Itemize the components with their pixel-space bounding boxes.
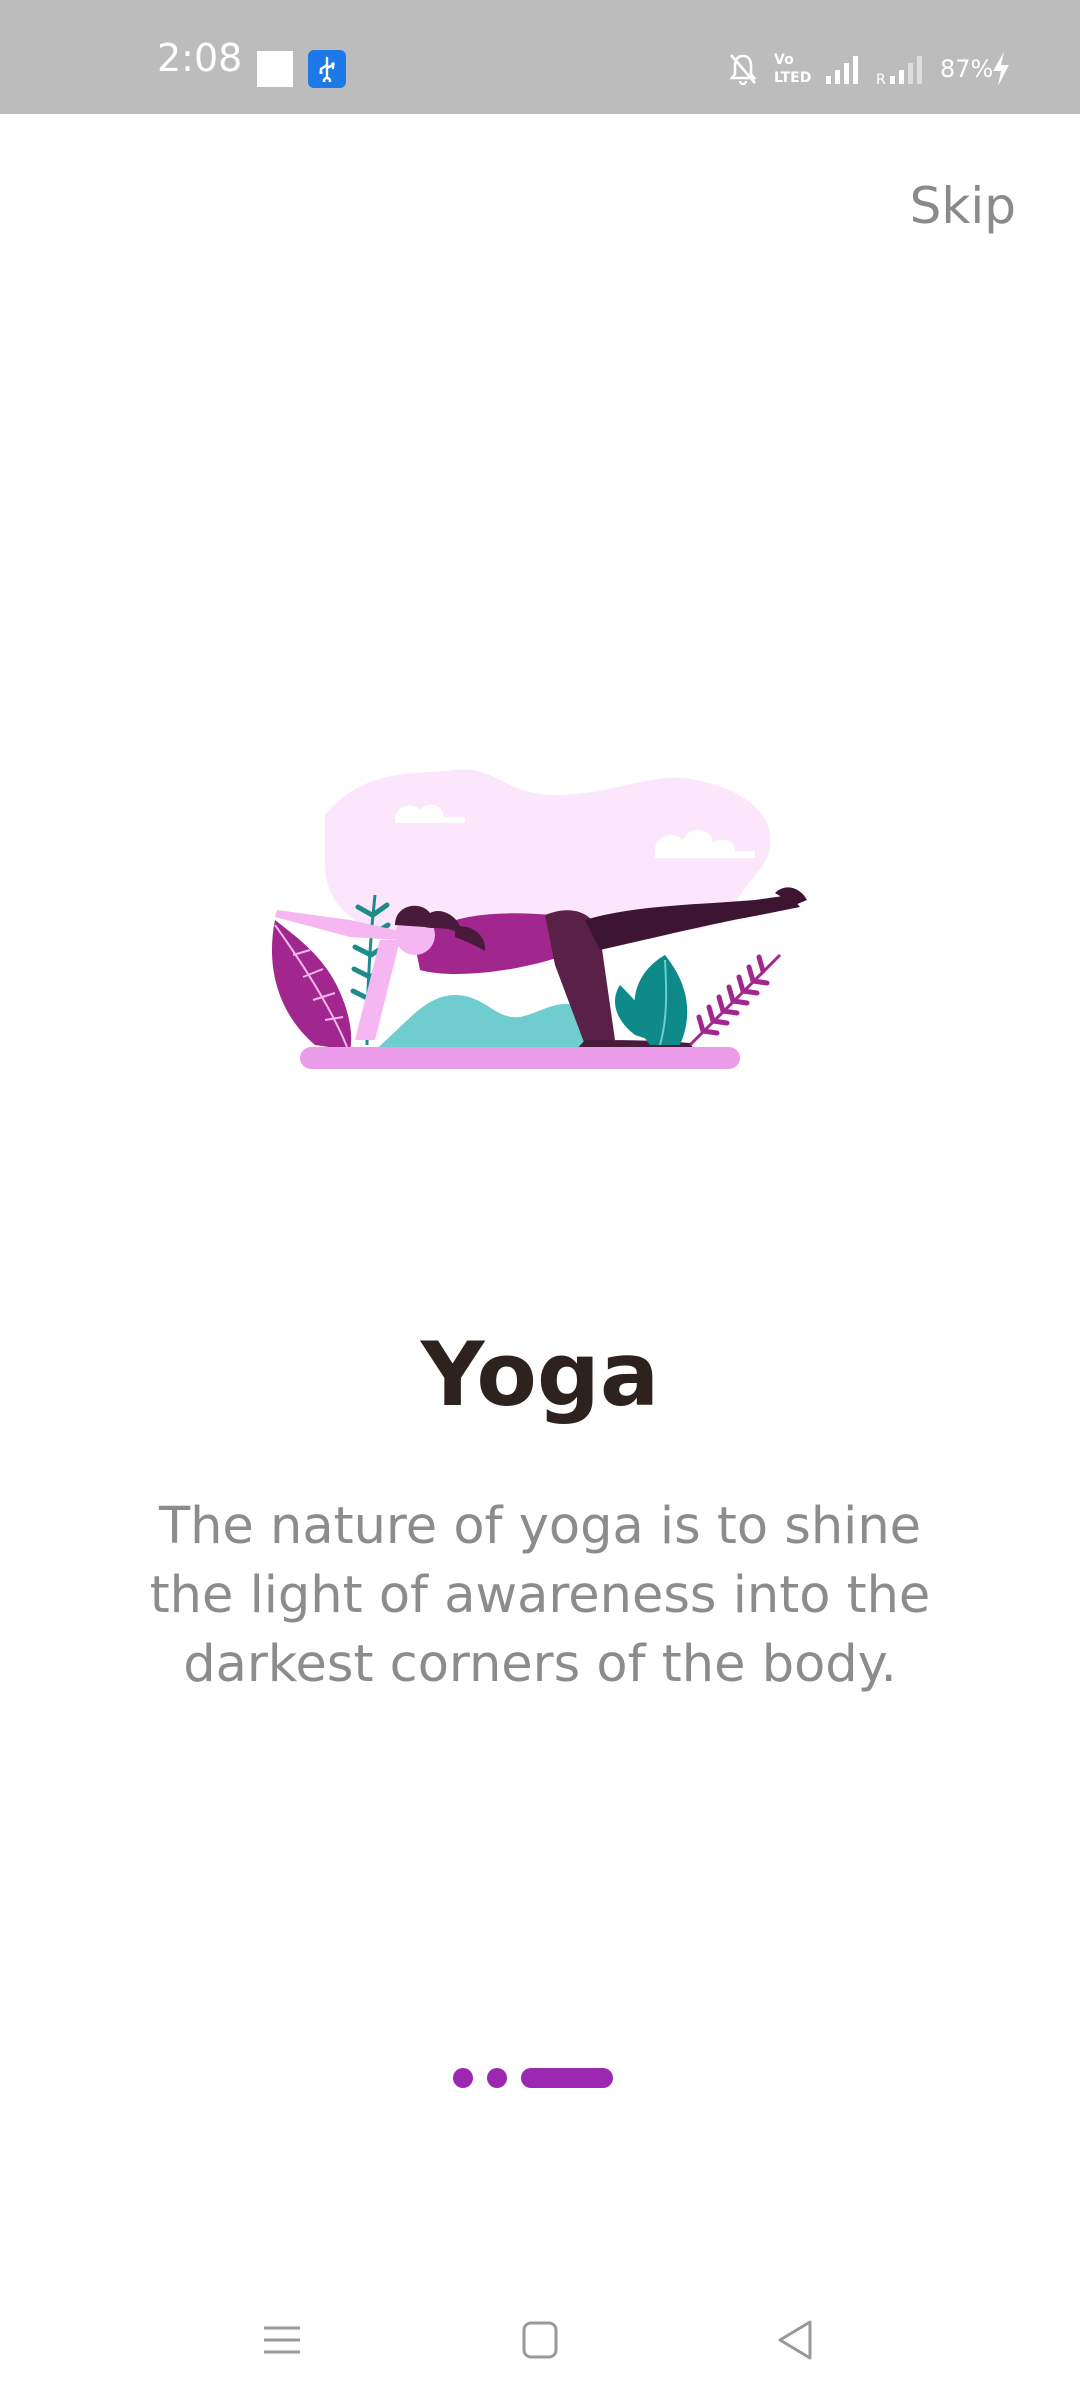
onboarding-screen: 2:08 Vo LTED R 87% Skip Yoga The nature … [0,0,1080,2400]
back-icon[interactable] [766,2310,826,2370]
volte-icon: Vo LTED [772,50,812,90]
skip-button[interactable]: Skip [910,176,1016,236]
menu-icon[interactable] [252,2310,312,2370]
page-indicator-dot-1[interactable] [453,2068,473,2088]
page-indicator-dot-2[interactable] [487,2068,507,2088]
status-bar: 2:08 Vo LTED R 87% [0,0,1080,114]
system-navigation-bar [0,2280,1080,2400]
onboarding-title: Yoga [420,1323,660,1426]
usb-icon [308,50,346,88]
svg-text:R: R [876,72,886,86]
onboarding-description: The nature of yoga is to shine the light… [149,1497,931,1694]
battery-percentage: 87% [940,55,994,83]
roaming-signal-icon: R [876,54,932,90]
page-indicator-dot-active[interactable] [521,2068,613,2088]
mute-icon [728,52,758,90]
home-icon[interactable] [510,2310,570,2370]
svg-text:Vo: Vo [774,52,794,68]
white-square-notification-icon [257,51,293,87]
charging-icon [990,50,1012,92]
yoga-illustration [255,755,835,1085]
svg-text:LTED: LTED [774,70,811,86]
status-time: 2:08 [157,36,243,80]
signal-icon [824,54,864,90]
